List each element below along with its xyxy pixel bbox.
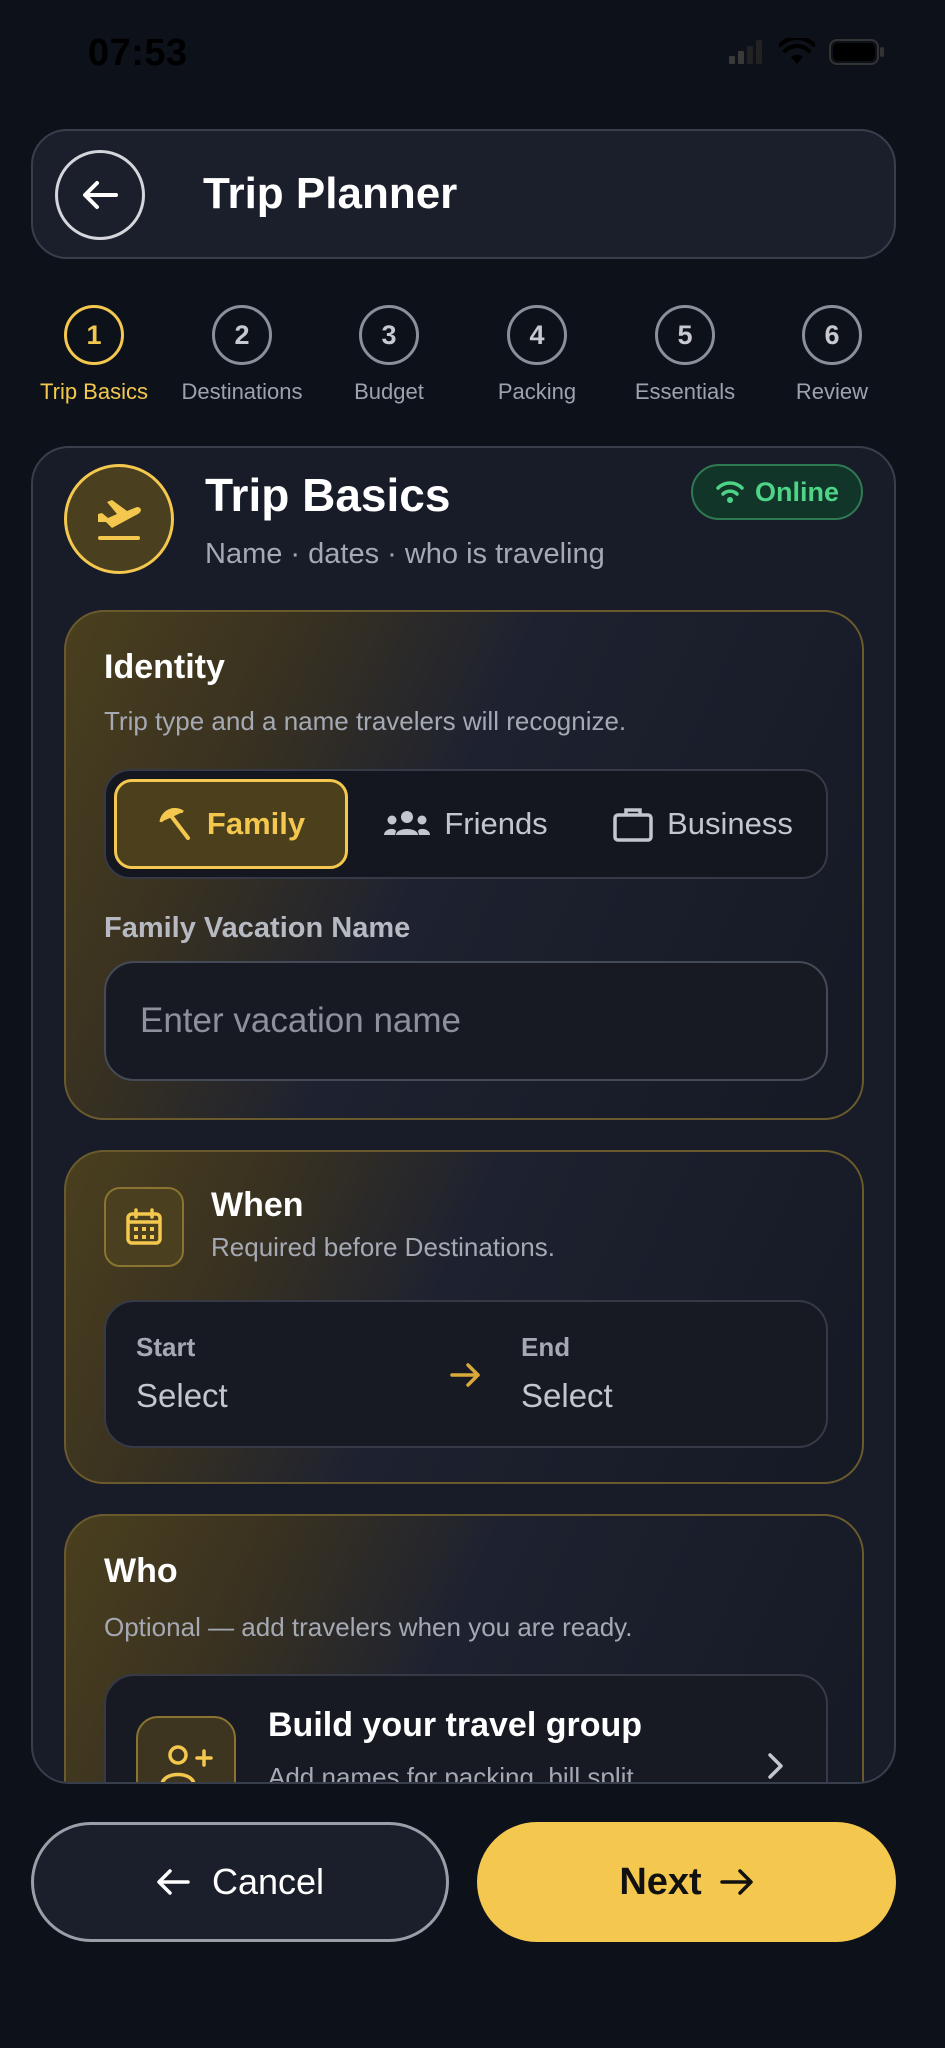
step-label: Destinations xyxy=(181,379,303,404)
step-label: Review xyxy=(795,379,869,404)
step-label: Essentials xyxy=(634,379,736,404)
status-badge: Online xyxy=(691,464,863,520)
group-title: Build your travel group xyxy=(268,1706,643,1744)
step-packing[interactable]: 4 Packing xyxy=(463,305,611,405)
step-number: 1 xyxy=(64,305,124,365)
start-date-field[interactable]: Start Select xyxy=(136,1332,228,1415)
end-date-value: Select xyxy=(521,1377,613,1414)
start-date-label: Start xyxy=(136,1332,196,1362)
trip-type-business[interactable]: Business xyxy=(584,779,822,869)
card-title: Trip Basics xyxy=(205,469,451,521)
step-number: 4 xyxy=(507,305,567,365)
trip-type-label: Friends xyxy=(444,806,548,841)
section-description: Required before Destinations. xyxy=(211,1232,555,1262)
arrow-right-icon xyxy=(719,1869,753,1895)
step-number: 6 xyxy=(802,305,862,365)
user-plus-icon xyxy=(136,1716,236,1782)
trip-type-friends[interactable]: Friends xyxy=(356,779,576,869)
arrow-left-icon xyxy=(83,181,118,209)
beach-umbrella-icon xyxy=(159,807,190,840)
vacation-name-input[interactable] xyxy=(104,961,828,1081)
who-section: Who Optional — add travelers when you ar… xyxy=(64,1514,864,1784)
briefcase-icon xyxy=(613,808,653,842)
section-description: Trip type and a name travelers will reco… xyxy=(104,706,627,736)
cancel-label: Cancel xyxy=(211,1861,325,1902)
progress-stepper: 1 Trip Basics 2 Destinations 3 Budget 4 … xyxy=(20,305,925,415)
page-title: Trip Planner xyxy=(203,169,458,218)
plane-departure-icon xyxy=(64,464,174,574)
when-section: When Required before Destinations. Start… xyxy=(64,1150,864,1484)
step-number: 2 xyxy=(212,305,272,365)
step-review[interactable]: 6 Review xyxy=(758,305,906,405)
trip-type-selector: Family Friends Business xyxy=(104,769,828,879)
trip-type-label: Family xyxy=(206,806,306,841)
step-label: Budget xyxy=(354,379,424,404)
group-description: Add names for packing, bill split, xyxy=(268,1762,641,1784)
card-subtitle: Name · dates · who is traveling xyxy=(205,538,605,570)
section-title: Who xyxy=(104,1552,178,1590)
wifi-icon xyxy=(716,481,744,503)
vacation-name-label: Family Vacation Name xyxy=(104,912,411,944)
status-time: 07:53 xyxy=(88,32,188,74)
step-label: Trip Basics xyxy=(40,379,148,404)
section-title: When xyxy=(211,1186,304,1224)
trip-basics-card[interactable]: Trip Basics Name · dates · who is travel… xyxy=(31,446,896,1784)
status-bar: 07:53 xyxy=(0,0,945,110)
calendar-icon xyxy=(104,1187,184,1267)
end-date-label: End xyxy=(521,1332,571,1362)
step-trip-basics[interactable]: 1 Trip Basics xyxy=(20,305,168,405)
back-button[interactable] xyxy=(55,150,145,240)
step-number: 3 xyxy=(359,305,419,365)
build-travel-group-button[interactable]: Build your travel group Add names for pa… xyxy=(104,1674,828,1784)
start-date-value: Select xyxy=(136,1377,228,1414)
wifi-icon xyxy=(779,38,815,64)
section-title: Identity xyxy=(104,648,225,686)
end-date-field[interactable]: End Select xyxy=(521,1332,613,1415)
status-icons xyxy=(729,38,885,66)
section-description: Optional — add travelers when you are re… xyxy=(104,1612,633,1642)
date-range-picker: Start Select End Select xyxy=(104,1300,828,1448)
status-badge-label: Online xyxy=(754,476,839,507)
step-destinations[interactable]: 2 Destinations xyxy=(168,305,316,405)
trip-type-label: Business xyxy=(667,806,793,841)
chevron-right-icon xyxy=(768,1753,783,1779)
next-label: Next xyxy=(619,1860,702,1903)
identity-section: Identity Trip type and a name travelers … xyxy=(64,610,864,1120)
trip-type-family[interactable]: Family xyxy=(114,779,348,869)
step-essentials[interactable]: 5 Essentials xyxy=(611,305,759,405)
step-label: Packing xyxy=(497,379,577,404)
arrow-left-icon xyxy=(157,1869,190,1895)
signal-icon xyxy=(729,40,762,64)
app-header: Trip Planner xyxy=(31,129,896,259)
next-button[interactable]: Next xyxy=(477,1822,896,1942)
battery-icon xyxy=(829,39,884,65)
step-budget[interactable]: 3 Budget xyxy=(315,305,463,405)
cancel-button[interactable]: Cancel xyxy=(31,1822,449,1942)
arrow-right-icon xyxy=(450,1363,480,1387)
users-icon xyxy=(384,811,431,835)
step-number: 5 xyxy=(655,305,715,365)
